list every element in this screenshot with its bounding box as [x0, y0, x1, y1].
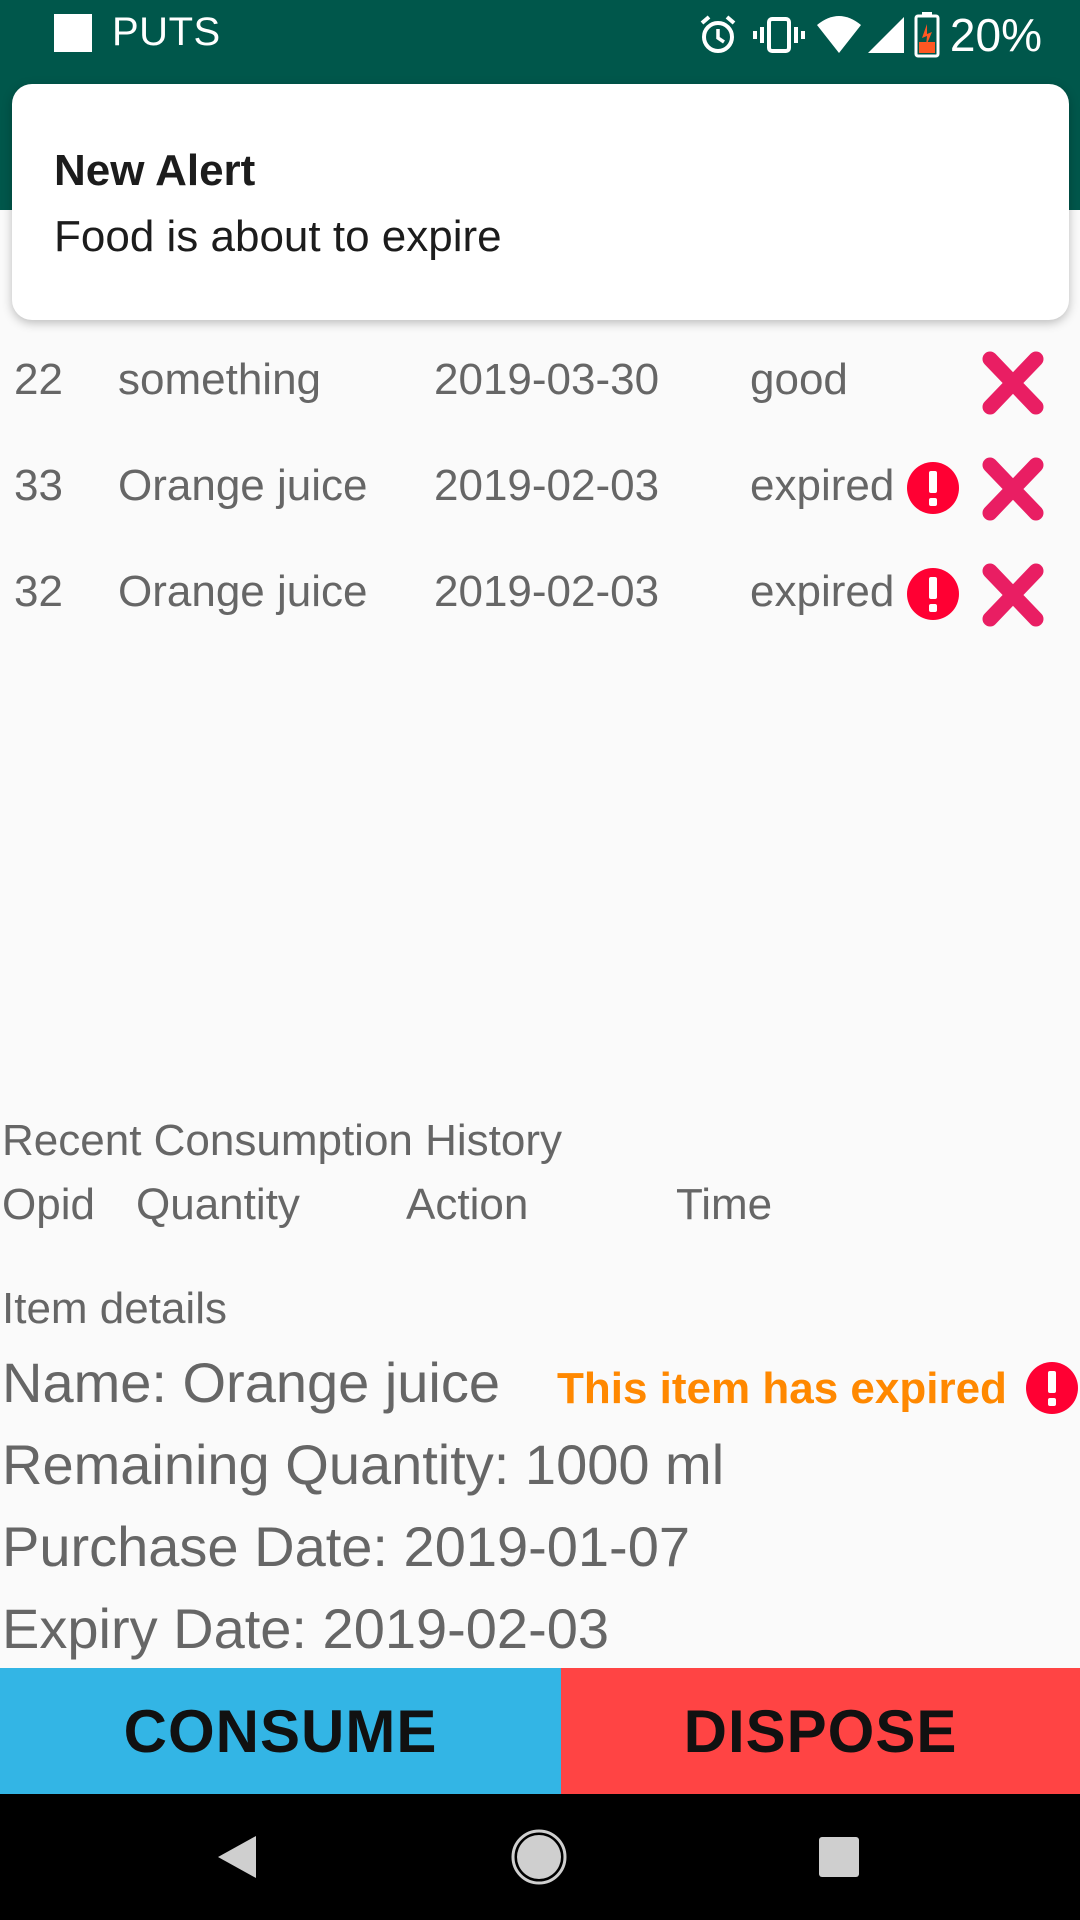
detail-remaining: Remaining Quantity: 1000 ml — [2, 1433, 725, 1496]
expired-message: This item has expired — [557, 1364, 1007, 1413]
status-left: PUTS — [54, 10, 221, 55]
delete-icon[interactable] — [976, 455, 1050, 523]
food-id: 32 — [14, 567, 63, 616]
delete-icon[interactable] — [976, 349, 1050, 417]
detail-purchase-date: Purchase Date: 2019-01-07 — [2, 1515, 690, 1578]
notification-card[interactable]: New Alert Food is about to expire — [12, 84, 1069, 320]
food-name: something — [118, 355, 322, 404]
history-col-time: Time — [676, 1180, 773, 1229]
dispose-button[interactable]: DISPOSE — [561, 1668, 1080, 1794]
notification-title: New Alert — [54, 146, 256, 195]
history-col-action: Action — [406, 1180, 529, 1229]
status-bar: PUTS 20% — [0, 0, 1080, 65]
food-id: 22 — [14, 355, 63, 404]
food-row[interactable]: 32 Orange juice 2019-02-03 expired — [0, 543, 1080, 643]
signal-icon — [867, 17, 904, 53]
wifi-icon — [816, 16, 861, 53]
detail-expiry-date: Expiry Date: 2019-02-03 — [2, 1597, 610, 1660]
app-notification-icon — [54, 13, 92, 52]
food-status: expired — [750, 461, 895, 510]
history-title: Recent Consumption History — [2, 1116, 563, 1165]
warning-icon — [907, 568, 959, 620]
food-date: 2019-02-03 — [434, 567, 660, 616]
food-status: expired — [750, 567, 895, 616]
history-col-quantity: Quantity — [136, 1180, 300, 1229]
food-id: 33 — [14, 461, 63, 510]
history-col-opid: Opid — [2, 1180, 95, 1229]
notification-body: Food is about to expire — [54, 212, 502, 261]
delete-icon[interactable] — [976, 561, 1050, 629]
battery-percent: 20% — [949, 9, 1042, 61]
warning-icon — [907, 462, 959, 514]
food-date: 2019-03-30 — [434, 355, 660, 404]
food-name: Orange juice — [118, 461, 368, 510]
food-row[interactable]: 33 Orange juice 2019-02-03 expired — [0, 437, 1080, 537]
food-status: good — [750, 355, 848, 404]
food-row[interactable]: 22 something 2019-03-30 good — [0, 331, 1080, 431]
status-app-name: PUTS — [112, 10, 221, 54]
status-right: 20% — [698, 8, 1042, 62]
alarm-icon — [700, 15, 736, 53]
battery-icon — [914, 12, 940, 58]
back-icon[interactable] — [204, 1824, 270, 1890]
vibrate-icon — [752, 17, 805, 53]
warning-icon — [1026, 1362, 1078, 1414]
home-icon[interactable] — [506, 1824, 572, 1890]
recents-icon[interactable] — [806, 1824, 872, 1890]
consume-button[interactable]: CONSUME — [0, 1668, 561, 1794]
food-name: Orange juice — [118, 567, 368, 616]
food-date: 2019-02-03 — [434, 461, 660, 510]
details-title: Item details — [2, 1284, 227, 1333]
detail-name: Name: Orange juice — [2, 1351, 501, 1414]
navigation-bar — [0, 1794, 1080, 1920]
